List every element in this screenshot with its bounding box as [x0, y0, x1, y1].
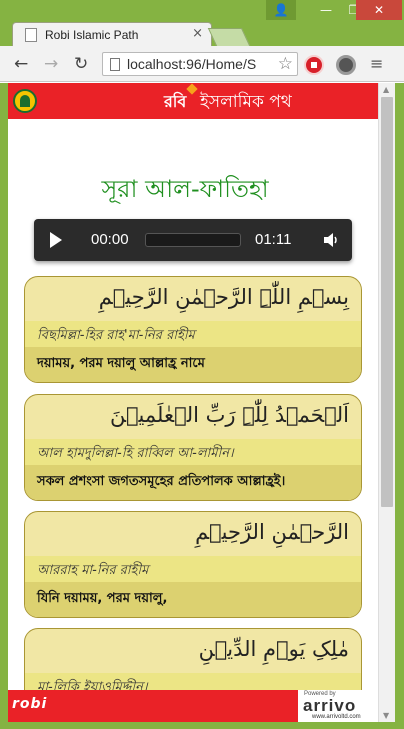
scrollbar-thumb[interactable]	[381, 97, 393, 507]
vertical-scrollbar[interactable]: ▲ ▼	[378, 83, 395, 722]
verse-transliteration: আল হামদুলিল্লা-হি রাব্বিল আ-লামীন।	[37, 446, 234, 461]
app-title: ইসলামিক পথ	[200, 92, 292, 112]
volume-icon[interactable]	[324, 232, 338, 248]
app-footer: robi Powered by arrivo www.arrivoltd.com	[8, 690, 378, 722]
tab-close-icon[interactable]: ×	[192, 26, 203, 41]
address-bar[interactable]: localhost:96/Home/S ☆	[102, 52, 298, 76]
bookmark-star-icon[interactable]: ☆	[278, 54, 293, 74]
robi-logo[interactable]: robi	[12, 696, 47, 712]
verse-arabic: بِسۡمِ اللّٰہِ الرَّحۡمٰنِ الرَّحِیۡمِ	[98, 285, 349, 309]
audio-current-time: 00:00	[91, 231, 129, 248]
film-reel-extension-icon[interactable]	[336, 55, 356, 75]
verse-meaning: দয়াময়, পরম দয়ালু আল্লাহ্র নামে	[37, 356, 205, 371]
arrivo-brand: arrivo	[303, 696, 357, 715]
app-header: রবি ইসলামিক পথ	[8, 83, 378, 119]
page-favicon-icon	[25, 28, 37, 42]
verse-arabic: مٰلِکِ یَوۡمِ الدِّیۡنِ	[198, 637, 349, 661]
verse-transliteration: বিছমিল্লা-হির রাহ'মা-নির রাহীম	[37, 328, 195, 343]
new-tab-button[interactable]	[207, 28, 251, 46]
window-frame-bottom	[0, 722, 404, 729]
window-frame-left	[0, 83, 8, 729]
stop-extension-icon[interactable]	[304, 55, 324, 75]
browser-tab[interactable]: Robi Islamic Path ×	[12, 22, 212, 46]
arrivo-site: www.arrivoltd.com	[312, 714, 361, 720]
verse-meaning: সকল প্রশংসা জগতসমূহের প্রতিপালক আল্লাহ্র…	[37, 474, 286, 489]
browser-toolbar: ← → ↻ localhost:96/Home/S ☆ ≡	[0, 46, 404, 82]
forward-arrow-icon[interactable]: →	[44, 54, 58, 74]
reload-icon[interactable]: ↻	[74, 54, 88, 74]
verse-card: بِسۡمِ اللّٰہِ الرَّحۡمٰنِ الرَّحِیۡمِ ব…	[24, 276, 362, 383]
surah-title: সূরা আল-ফাতিহা	[101, 175, 269, 203]
scroll-up-arrow-icon[interactable]: ▲	[383, 85, 389, 94]
verse-arabic: اَلۡحَمۡدُ لِلّٰہِ رَبِّ الۡعٰلَمِیۡنَ	[109, 403, 349, 427]
seek-bar[interactable]	[145, 233, 241, 247]
menu-icon[interactable]: ≡	[370, 54, 383, 73]
verse-transliteration: আররাহ মা-নির রাহীম	[37, 563, 149, 578]
tab-title: Robi Islamic Path	[45, 28, 139, 42]
page-viewport: রবি ইসলামিক পথ সূরা আল-ফাতিহা 00:00 01:1…	[8, 83, 378, 722]
minimize-button[interactable]: —	[312, 0, 340, 20]
scroll-down-arrow-icon[interactable]: ▼	[383, 711, 389, 720]
mosque-logo-icon[interactable]	[13, 89, 37, 113]
back-arrow-icon[interactable]: ←	[14, 54, 28, 74]
verse-meaning: যিনি দয়াময়, পরম দয়ালু,	[37, 591, 168, 606]
window-frame-right	[395, 83, 404, 729]
browser-title-bar: Robi Islamic Path × 👤 — ❐ ✕	[0, 0, 404, 46]
brand-spark-icon	[186, 83, 198, 95]
app-brand: রবি	[164, 92, 187, 111]
audio-duration: 01:11	[255, 231, 292, 248]
url-text[interactable]: localhost:96/Home/S	[127, 56, 277, 72]
close-window-button[interactable]: ✕	[356, 0, 402, 20]
verse-card: الرَّحۡمٰنِ الرَّحِیۡمِ আররাহ মা-নির রাহ…	[24, 511, 362, 618]
verse-card: اَلۡحَمۡدُ لِلّٰہِ رَبِّ الۡعٰلَمِیۡنَ আ…	[24, 394, 362, 501]
user-profile-icon[interactable]: 👤	[266, 0, 296, 20]
page-icon	[110, 58, 120, 71]
play-icon[interactable]	[50, 232, 62, 248]
verse-arabic: الرَّحۡمٰنِ الرَّحِیۡمِ	[195, 520, 349, 544]
powered-by-badge[interactable]: Powered by arrivo www.arrivoltd.com	[298, 690, 378, 722]
audio-player: 00:00 01:11	[34, 219, 352, 261]
